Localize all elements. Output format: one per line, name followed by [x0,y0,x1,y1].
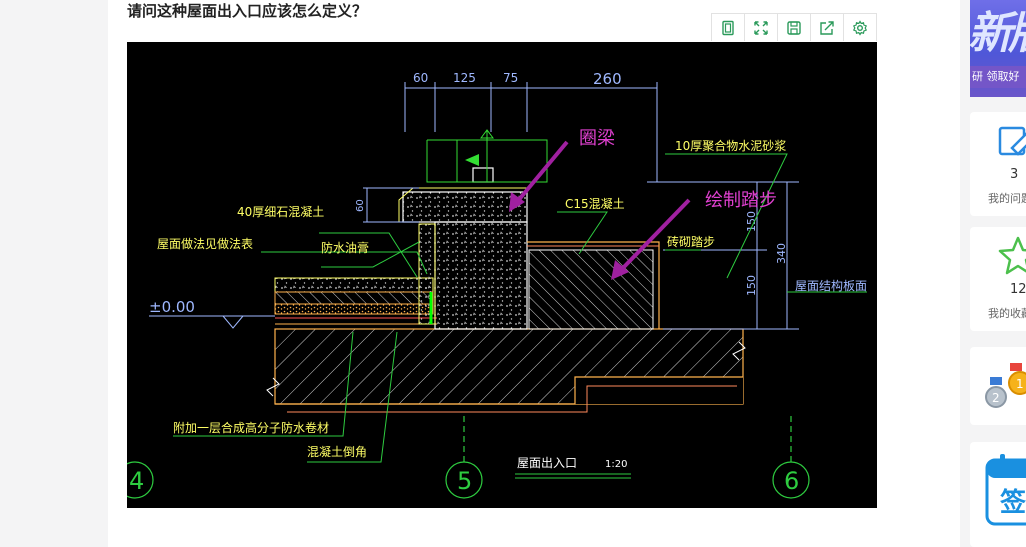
roof-slab-hatch [274,328,744,413]
dim-60-left: 60 [355,199,366,212]
banner-headline: 新版本未 [970,8,1026,59]
axis-label-6: 6 [784,467,799,495]
settings-button[interactable] [844,14,876,41]
banner-subtext: 研 领取好 [970,66,1026,88]
drawing-title: 屋面出入口 [517,456,577,470]
fit-window-icon [722,20,734,35]
my-favorites-count: 12 [1010,282,1026,297]
promo-banner[interactable]: 新版本未 研 领取好 [970,0,1026,97]
my-favorites-label: 我的收藏 [988,307,1026,320]
label-c15-concrete: C15混凝土 [565,196,625,211]
signin-label: 签到 [1000,488,1026,518]
brick-step [527,241,660,330]
cad-drawing-image[interactable]: 60 125 75 260 60 150 150 340 圈梁 绘制踏步 10厚… [127,42,877,508]
signin-card[interactable]: 签到 [970,442,1026,547]
label-elevation: ±0.00 [149,298,195,316]
svg-text:1: 1 [1016,377,1024,391]
label-roof-slab: 屋面结构板面 [795,278,867,293]
fullscreen-icon [754,20,768,35]
label-fine-concrete: 40厚细石混凝土 [237,204,324,219]
medal-icon: 2 1 [985,363,1026,408]
question-title: 请问这种屋面出入口应该怎么定义？ [127,2,368,20]
share-icon [820,20,834,35]
dim-60-top: 60 [413,71,428,85]
label-chamfer: 混凝土倒角 [307,444,367,459]
dim-75: 75 [503,71,518,85]
label-roof-method: 屋面做法见做法表 [157,236,253,251]
my-favorites-card[interactable]: 12 我的收藏 [970,227,1026,331]
my-questions-count: 3 [1010,167,1019,182]
dim-150-lower: 150 [745,275,758,296]
top-dimensions [404,82,658,182]
fullscreen-button[interactable] [745,14,778,41]
axis-label-5: 5 [457,467,472,495]
door-frame [426,129,548,183]
image-toolbar [711,13,877,41]
dim-150-upper: 150 [745,211,758,232]
label-waterproof-paste: 防水油膏 [321,240,369,255]
dim-260: 260 [593,70,622,88]
label-polymer-mortar: 10厚聚合物水泥砂浆 [675,138,786,153]
question-edit-icon [998,126,1026,156]
label-brick-step: 砖砌踏步 [667,234,715,249]
star-icon [998,236,1026,275]
title-underline [515,473,631,479]
axis-label-4: 4 [129,467,144,495]
label-membrane: 附加一层合成高分子防水卷材 [173,420,329,435]
dim-340: 340 [775,243,788,264]
svg-text:2: 2 [992,391,1000,405]
drawing-scale: 1:20 [605,459,627,470]
annotation-draw-step: 绘制踏步 [705,190,777,211]
fit-window-button[interactable] [712,14,745,41]
elevation-marker [149,315,275,329]
annotation-quanliang: 圈梁 [579,128,615,149]
my-questions-label: 我的问题 [988,192,1026,205]
settings-icon [852,19,868,36]
save-image-button[interactable] [778,14,811,41]
dim-125: 125 [453,71,476,85]
my-questions-card[interactable]: 3 我的问题 [970,112,1026,216]
roof-buildup-layers [274,277,437,325]
share-button[interactable] [811,14,844,41]
save-icon [787,20,801,35]
medals-card[interactable]: 2 1 [970,347,1026,425]
